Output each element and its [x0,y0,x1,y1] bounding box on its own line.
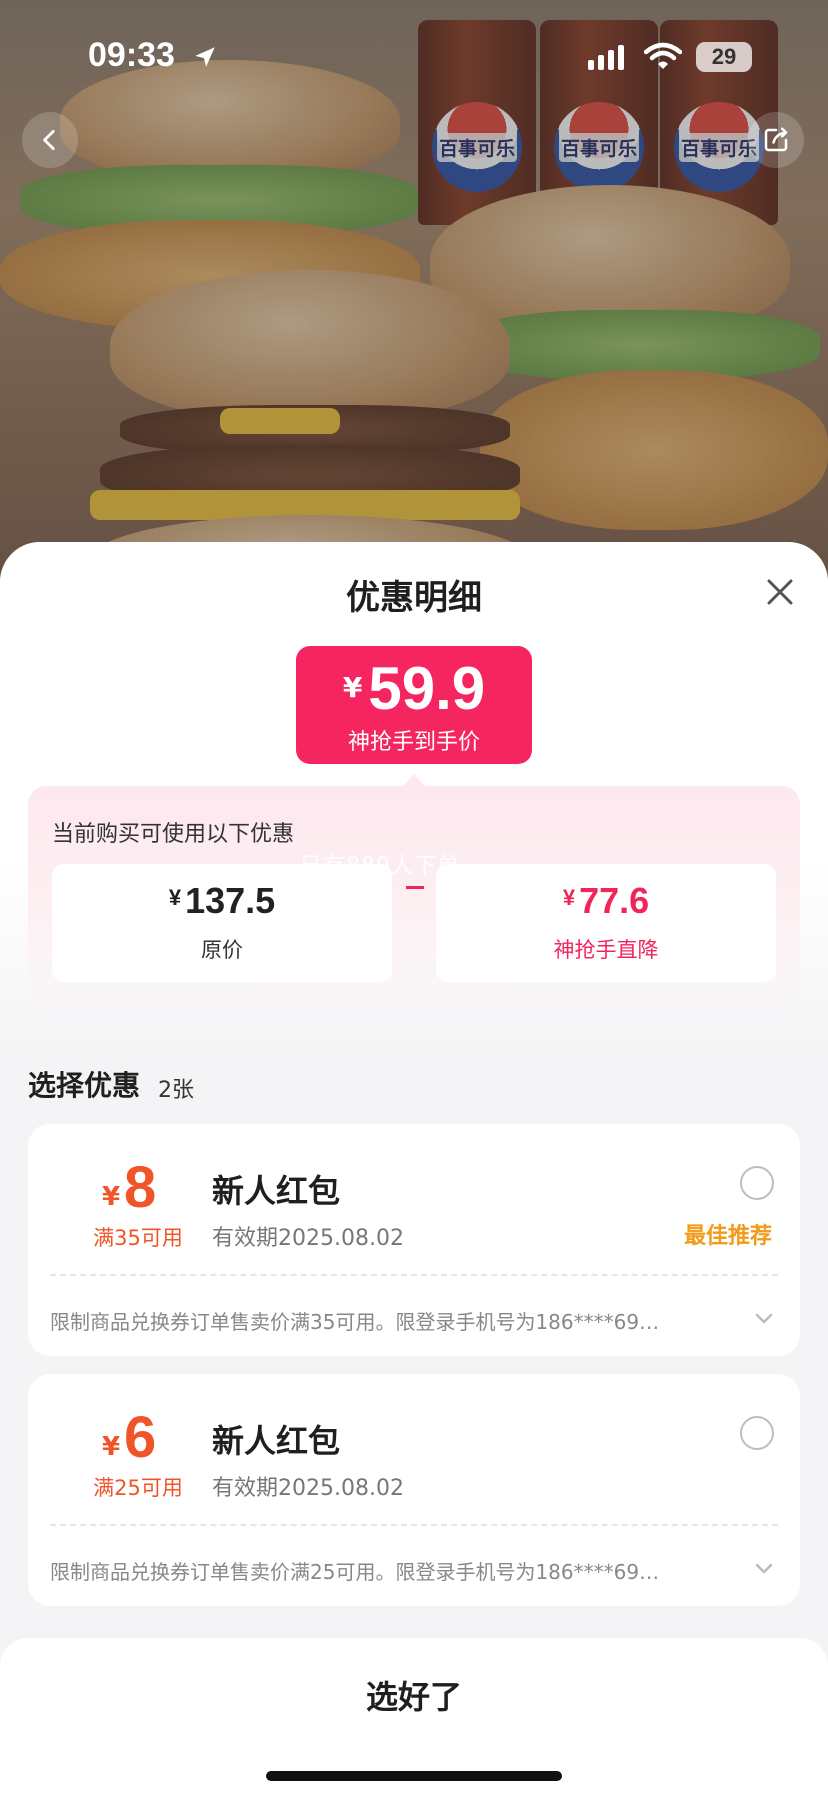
product-hero-image: 百事可乐 百事可乐 百事可乐 09:33 29 [0,0,828,600]
discount-hint: 当前购买可使用以下优惠 [52,822,295,847]
confirm-button[interactable]: 选好了 [0,1672,828,1718]
status-time: 09:33 [88,36,175,74]
reduction-amount: ¥77.6 [562,880,650,921]
coupon-value: 8 [124,1155,157,1220]
status-bar: 09:33 29 [0,0,828,110]
coupon-condition: 满35可用 [93,1226,183,1250]
home-indicator [266,1771,562,1781]
coupon-description: 限制商品兑换券订单售卖价满35可用。限登录手机号为186****6925... [50,1310,670,1334]
final-price-value: 59.9 [368,655,486,722]
currency-symbol: ¥ [342,671,363,704]
original-price: ¥137.5 [168,880,276,921]
wifi-icon [644,42,682,69]
close-icon[interactable] [760,572,800,612]
coupon-currency: ¥ [102,1182,121,1212]
coupon-currency: ¥ [102,1432,121,1462]
coupon-validity: 有效期2025.08.02 [212,1476,404,1501]
order-count-watermark: 已有889人下单 [300,854,460,879]
reduction-box: ¥77.6 神抢手直降 [436,864,776,982]
share-button[interactable] [748,112,804,168]
signal-icon [588,45,624,70]
coupon-value: 6 [124,1405,157,1470]
back-chevron-icon [43,129,55,151]
coupon-card[interactable]: ¥ 8 满35可用 新人红包 有效期2025.08.02 最佳推荐 限制商品兑换… [28,1124,800,1356]
coupon-divider [50,1274,778,1276]
back-button[interactable] [22,112,78,168]
coupon-divider [50,1524,778,1526]
chevron-down-icon[interactable] [754,1312,774,1326]
final-price-label: 神抢手到手价 [347,730,480,755]
coupon-title: 新人红包 [212,1422,341,1460]
final-price-amount: ¥59.9 [296,654,532,723]
discount-summary-panel: 当前购买可使用以下优惠 ¥137.5 原价 ¥77.6 神抢手直降 已有889人… [28,786,800,1016]
sheet-footer: 选好了 [0,1638,828,1795]
coupon-card[interactable]: ¥ 6 满25可用 新人红包 有效期2025.08.02 限制商品兑换券订单售卖… [28,1374,800,1606]
coupon-count: 2张 [158,1078,194,1103]
select-discount-title: 选择优惠 [28,1069,141,1102]
discount-detail-sheet: 优惠明细 ¥59.9 神抢手到手价 当前购买可使用以下优惠 ¥137.5 原价 … [0,542,828,1795]
final-price-badge: ¥59.9 神抢手到手价 [296,646,532,764]
coupon-select-radio[interactable] [740,1416,774,1450]
chevron-down-icon[interactable] [754,1562,774,1576]
coupon-validity: 有效期2025.08.02 [212,1226,404,1251]
share-icon [764,127,788,152]
minus-sign [406,886,424,889]
best-recommend-tag: 最佳推荐 [684,1224,773,1249]
badge-pointer-icon [400,774,428,790]
coupon-description: 限制商品兑换券订单售卖价满25可用。限登录手机号为186****6925... [50,1560,670,1584]
original-price-box: ¥137.5 原价 [52,864,392,982]
coupon-select-radio[interactable] [740,1166,774,1200]
sheet-title: 优惠明细 [346,578,482,618]
coupon-title: 新人红包 [212,1172,341,1210]
location-arrow-icon [195,47,215,67]
coupon-condition: 满25可用 [93,1476,183,1500]
battery-indicator: 29 [696,42,752,72]
original-price-label: 原价 [201,938,243,962]
reduction-label: 神抢手直降 [553,938,659,962]
